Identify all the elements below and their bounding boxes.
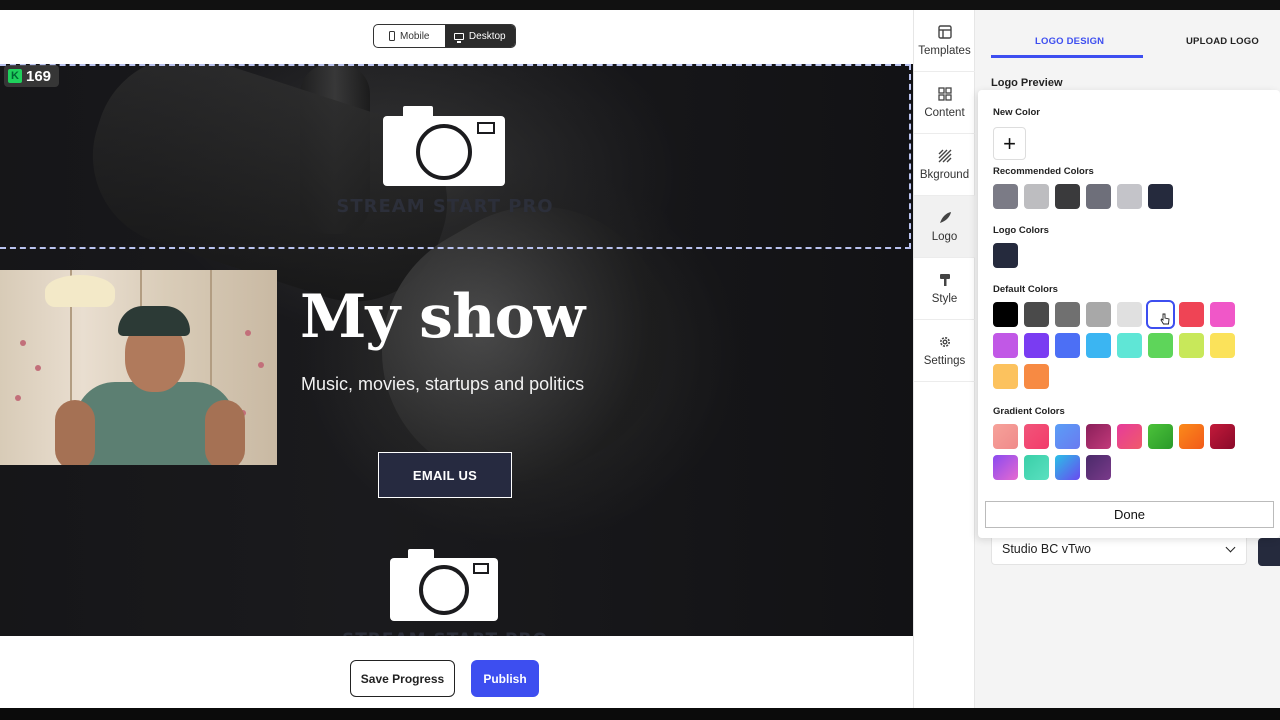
recommended-color-swatch[interactable] <box>993 184 1018 209</box>
content-icon <box>937 86 952 101</box>
default-color-swatch[interactable] <box>1210 302 1235 327</box>
recommended-colors-label: Recommended Colors <box>993 166 1094 177</box>
header-logo-text: STREAM START PRO <box>336 196 554 217</box>
bottom-bar <box>0 708 1280 720</box>
default-color-swatch[interactable] <box>1117 302 1142 327</box>
phone-icon <box>389 31 396 41</box>
footer-camera-logo-icon[interactable] <box>390 549 498 623</box>
k-logo-icon: K <box>8 69 22 83</box>
sidebar-item-label: Content <box>924 106 965 119</box>
webcam-overlay <box>0 270 277 465</box>
sidebar-item-background[interactable]: Bkground <box>914 134 975 196</box>
sidebar-item-templates[interactable]: Templates <box>914 10 975 72</box>
top-bar <box>0 0 1280 10</box>
recommended-color-swatch[interactable] <box>1148 184 1173 209</box>
tab-logo-design[interactable]: LOGO DESIGN <box>1035 36 1104 47</box>
gradient-color-swatch[interactable] <box>1179 424 1204 449</box>
logo-color-chip[interactable] <box>1258 538 1280 566</box>
default-color-swatch[interactable] <box>993 333 1018 358</box>
default-colors-label: Default Colors <box>993 284 1058 295</box>
hand-cursor-icon <box>1160 313 1170 325</box>
active-tab-indicator <box>991 55 1143 58</box>
default-color-swatch[interactable] <box>1179 333 1204 358</box>
logo-preview-label: Logo Preview <box>991 77 1063 89</box>
default-color-swatch[interactable] <box>1179 302 1204 327</box>
header-camera-logo-icon[interactable] <box>383 106 505 188</box>
recommended-color-swatch[interactable] <box>1055 184 1080 209</box>
default-color-swatch[interactable] <box>1086 333 1111 358</box>
done-button[interactable]: Done <box>985 501 1274 528</box>
gradient-colors-label: Gradient Colors <box>993 406 1065 417</box>
logo-icon <box>939 211 951 223</box>
style-icon <box>939 273 950 286</box>
publish-button[interactable]: Publish <box>471 660 539 697</box>
hero-title[interactable]: My show <box>300 282 585 352</box>
default-color-swatch[interactable] <box>1055 333 1080 358</box>
email-us-button[interactable]: EMAIL US <box>378 452 512 498</box>
gradient-color-swatch[interactable] <box>1086 455 1111 480</box>
default-color-swatch[interactable] <box>1148 333 1173 358</box>
default-color-swatch[interactable] <box>993 302 1018 327</box>
counter-badge: K 169 <box>4 65 60 87</box>
gradient-color-swatch[interactable] <box>1086 424 1111 449</box>
gradient-color-swatch[interactable] <box>1024 424 1049 449</box>
gradient-color-swatch[interactable] <box>1117 424 1142 449</box>
default-color-swatch[interactable] <box>1117 333 1142 358</box>
device-toggle: Mobile Desktop <box>373 24 516 48</box>
gradient-color-swatch[interactable] <box>1210 424 1235 449</box>
color-picker-popover: New Color + Recommended Colors Logo Colo… <box>978 90 1280 538</box>
desktop-icon <box>453 32 464 43</box>
tab-upload-logo[interactable]: UPLOAD LOGO <box>1186 36 1259 47</box>
logo-colors-label: Logo Colors <box>993 225 1049 236</box>
gradient-color-swatch[interactable] <box>993 455 1018 480</box>
gear-icon <box>939 336 950 347</box>
desktop-toggle-button[interactable]: Desktop <box>444 25 515 47</box>
chevron-down-icon <box>1225 542 1236 553</box>
panel-tabs: LOGO DESIGN UPLOAD LOGO <box>975 10 1280 62</box>
background-icon <box>938 149 951 162</box>
editor-sidebar: Templates Content Bkground Logo Style Se… <box>913 10 975 708</box>
mobile-label: Mobile <box>400 30 430 42</box>
new-color-label: New Color <box>993 107 1040 118</box>
default-color-swatch[interactable] <box>1024 333 1049 358</box>
default-color-swatch[interactable] <box>1086 302 1111 327</box>
sidebar-item-logo[interactable]: Logo <box>914 196 975 258</box>
sidebar-item-label: Templates <box>918 44 971 57</box>
templates-icon <box>937 24 952 39</box>
add-color-button[interactable]: + <box>993 127 1026 160</box>
logo-color-swatch[interactable] <box>993 243 1018 268</box>
default-color-swatch[interactable] <box>1210 333 1235 358</box>
save-progress-button[interactable]: Save Progress <box>350 660 455 697</box>
font-select-value: Studio BC vTwo <box>1002 542 1091 556</box>
sidebar-item-content[interactable]: Content <box>914 72 975 134</box>
sidebar-item-label: Style <box>931 292 958 305</box>
sidebar-item-style[interactable]: Style <box>914 258 975 320</box>
sidebar-item-label: Logo <box>931 230 958 243</box>
default-color-swatch[interactable] <box>1024 302 1049 327</box>
mobile-toggle-button[interactable]: Mobile <box>374 25 445 47</box>
counter-value: 169 <box>26 67 52 85</box>
default-color-swatch[interactable] <box>1055 302 1080 327</box>
sidebar-item-label: Bkground <box>919 168 970 181</box>
gradient-color-swatch[interactable] <box>1055 424 1080 449</box>
gradient-color-swatch[interactable] <box>1148 424 1173 449</box>
hero-subtitle[interactable]: Music, movies, startups and politics <box>301 374 584 395</box>
gradient-color-swatch[interactable] <box>1055 455 1080 480</box>
desktop-label: Desktop <box>468 30 506 42</box>
gradient-color-swatch[interactable] <box>993 424 1018 449</box>
recommended-color-swatch[interactable] <box>1086 184 1111 209</box>
editor-footer: Save Progress Publish <box>0 636 913 708</box>
person-cap <box>118 306 190 336</box>
gradient-color-swatch[interactable] <box>1024 455 1049 480</box>
recommended-color-swatch[interactable] <box>1117 184 1142 209</box>
sidebar-item-settings[interactable]: Settings <box>914 320 975 382</box>
default-color-swatch[interactable] <box>1024 364 1049 389</box>
plus-icon: + <box>1003 130 1016 156</box>
recommended-color-swatch[interactable] <box>1024 184 1049 209</box>
default-color-swatch[interactable] <box>993 364 1018 389</box>
sidebar-item-label: Settings <box>923 354 966 367</box>
paper-lamp <box>45 275 115 307</box>
